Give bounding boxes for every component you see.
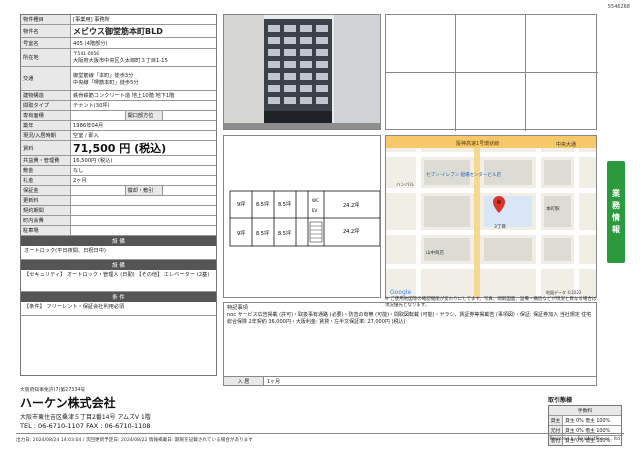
- company-block: 大阪府知事免許(7)第27334号 ハーケン株式会社 大阪市東住吉区桑津５丁目2…: [20, 386, 440, 430]
- property-type: [事業用] 事務所: [73, 17, 110, 23]
- conditions-heading: 条 件: [20, 292, 217, 302]
- label: 築年: [21, 121, 71, 130]
- location-map[interactable]: 阪神高速1号環状線 中央大通 セブン-イレブン 船場センタービル店 ハンバル 本…: [385, 135, 597, 298]
- rent-price: 71,500 円 (税込): [73, 142, 167, 155]
- key-money: 2ヶ月: [73, 178, 87, 184]
- availability-value: 1ヶ月: [267, 378, 281, 385]
- layout-type: テナント(30坪): [73, 103, 110, 109]
- built-date: 1986年04月: [73, 123, 104, 129]
- label: 共益費・管理費: [21, 156, 71, 165]
- document-id: 5546268: [607, 4, 630, 10]
- trade-value: 貸主 0% 借主 100%: [565, 419, 611, 424]
- structure: 鉄骨鉄筋コンクリート造 地上10階 地下1階: [73, 93, 175, 99]
- map-place-label: ハンバル: [396, 182, 414, 188]
- room-label: 24.2坪: [343, 228, 359, 235]
- label: 物件種目: [21, 15, 71, 24]
- map-place-label: 本町駅: [546, 205, 560, 212]
- company-phone: TEL : 06-6710-1107 FAX : 06-6710-1108: [20, 422, 151, 430]
- equipment-body: オートロック(平日夜間、日祝日中): [20, 246, 217, 260]
- map-place-label: セブン-イレブン 船場センタービル店: [426, 171, 502, 178]
- notes-body: noc サービス広告掲載 (許可)・取扱事有通路 (必要)・防音の有無 (可能)…: [227, 312, 592, 326]
- room-label: 24.2坪: [343, 202, 359, 209]
- deposit: なし: [73, 168, 84, 174]
- label: 交通: [21, 67, 71, 90]
- map-place-label: 山中商店: [426, 249, 444, 256]
- label: 礼金: [21, 176, 71, 185]
- label: 町内会費: [21, 216, 71, 225]
- special-notes: 特記事項 noc サービス広告掲載 (許可)・取扱事有通路 (必要)・防音の有無…: [223, 302, 597, 386]
- room-label: 8.5坪: [278, 201, 291, 208]
- move-in-status: 空室 / 即入: [73, 133, 99, 139]
- business-info-tab[interactable]: 業 務 情 報: [607, 161, 625, 263]
- floor-plan: 9坪 8.5坪 8.5坪 24.2坪 9坪 8.5坪 8.5坪 24.2坪 WC…: [223, 135, 381, 298]
- notes-title: 特記事項: [227, 305, 248, 311]
- tab-char: 業: [612, 189, 620, 198]
- photo-grid: [385, 14, 598, 131]
- license-number: 大阪府知事免許(7)第27334号: [20, 388, 86, 393]
- facility-body: 【セキュリティ】 オートロック・管理人 (日勤) 【その他】 エレベーター (2…: [20, 270, 217, 292]
- conditions-body: 【条件】 フリーレント・保証会社利用必須: [20, 302, 217, 316]
- label: 号室名: [21, 38, 71, 48]
- property-name: メビウス御堂筋本町BLD: [73, 26, 163, 36]
- room-label: 8.5坪: [256, 201, 269, 208]
- label: 所在地: [21, 49, 71, 66]
- label: 敷金: [21, 166, 71, 175]
- room-label: 9坪: [237, 201, 245, 208]
- trade-key: 貸主: [549, 416, 563, 425]
- trade-title: 取引態様: [548, 397, 573, 404]
- map-road-label: 中央大通: [556, 141, 576, 148]
- address: 大阪府大阪市中央区久太郎町３丁目1-15: [73, 58, 168, 64]
- label: 更新料: [21, 196, 71, 205]
- map-road-label: 阪神高速1号環状線: [456, 140, 499, 147]
- spec-table: 物件種目 [事業用] 事務所 物件名 メビウス御堂筋本町BLD 号室名 405 (4階…: [20, 14, 217, 376]
- blank-area: [20, 316, 217, 376]
- label: 契約期間: [21, 206, 71, 215]
- trade-header: 手数料: [549, 406, 621, 415]
- footer-divider: [16, 433, 624, 434]
- room-label: 8.5坪: [278, 230, 291, 237]
- label: 建物構造: [21, 91, 71, 100]
- ev-label: EV: [312, 208, 318, 213]
- room-label: 8.5坪: [256, 230, 269, 237]
- company-address: 大阪市東住吉区桑津５丁目2番14号 アムズV 1階: [20, 414, 151, 421]
- powered-by: Powered by RealNetPro co., ltd: [549, 437, 620, 442]
- tab-char: 報: [612, 225, 620, 234]
- facility-heading: 設 備: [20, 260, 217, 270]
- availability-row: 入 居 1ヶ月: [223, 376, 597, 386]
- company-name: ハーケン株式会社: [20, 396, 116, 410]
- label: 専有面積: [21, 111, 71, 120]
- room-label: 9坪: [237, 230, 245, 237]
- management-fee: 16,500円 (税込): [73, 158, 113, 164]
- tab-char: 情: [612, 213, 620, 222]
- label: 間取タイプ: [21, 101, 71, 110]
- label: 現況/入居時期: [21, 131, 71, 140]
- label: 保証金: [21, 186, 71, 195]
- map-credit: 地図データ ©2022: [546, 289, 582, 295]
- availability-label: 入 居: [224, 377, 264, 385]
- traffic-line: 御堂筋線「本町」徒歩3分: [73, 72, 134, 79]
- room-number: 405 (4階部分): [73, 40, 108, 47]
- label: 物件名: [21, 25, 71, 37]
- tab-char: 務: [612, 201, 620, 210]
- map-logo: Google: [390, 289, 411, 296]
- footer-text: 出力日: 2024/08/24 14:03:04 / 次回更新予定日: 2024…: [16, 438, 253, 443]
- traffic-line: 中央線「堺筋本町」徒歩5分: [73, 79, 139, 86]
- label: 賃料: [21, 141, 71, 155]
- label: 駐車場: [21, 226, 71, 235]
- equipment-heading: 設 備: [20, 236, 217, 246]
- building-photo: [223, 14, 381, 130]
- label: 開口部方位: [124, 111, 163, 120]
- label: 償却・敷引: [124, 186, 163, 195]
- map-place-label: 3丁目: [494, 224, 506, 230]
- wc-label: WC: [312, 198, 319, 203]
